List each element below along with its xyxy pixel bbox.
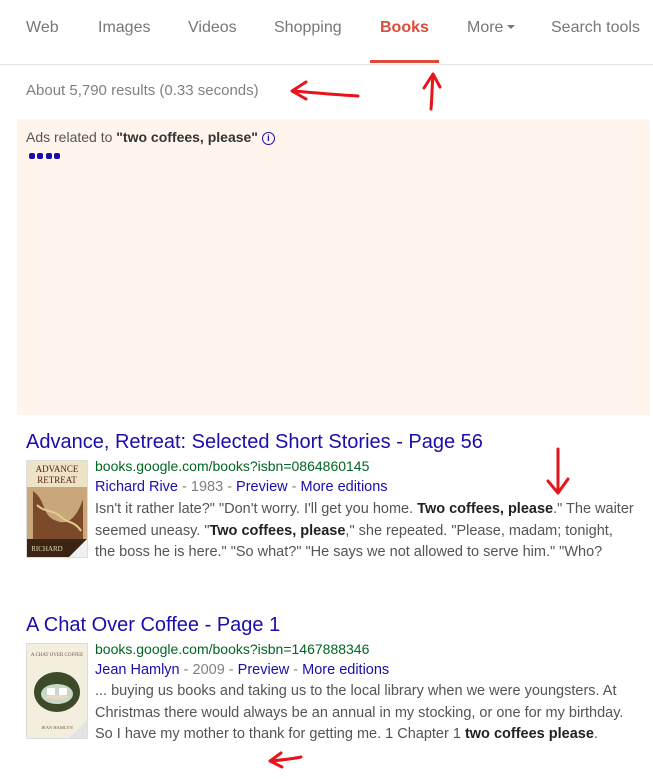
meta-sep: -	[223, 479, 237, 495]
result-snippet: Isn't it rather late?" "Don't worry. I'l…	[95, 499, 636, 564]
publication-year: 1983	[190, 479, 224, 495]
arrow-up-icon	[422, 72, 442, 111]
book-cover-thumbnail[interactable]: A CHAT OVER COFFEE JEAN HAMLYN	[26, 643, 88, 739]
meta-sep: -	[178, 479, 191, 495]
book-cover-thumbnail[interactable]: ADVANCE RETREAT RICHARD	[26, 460, 88, 558]
meta-sep: -	[224, 662, 238, 678]
result-stats: About 5,790 results (0.33 seconds)	[26, 82, 259, 99]
search-result: A Chat Over Coffee - Page 1 A CHAT OVER …	[26, 614, 636, 774]
tab-images[interactable]: Images	[98, 19, 150, 37]
ads-label: Ads related to "two coffees, please" i	[26, 129, 275, 145]
result-title-link[interactable]: A Chat Over Coffee - Page 1	[26, 614, 280, 637]
snippet-text: Isn't it rather late?" "Don't worry. I'l…	[95, 501, 418, 517]
result-snippet: ... buying us books and taking us to the…	[95, 681, 635, 746]
tab-web[interactable]: Web	[26, 19, 59, 37]
meta-sep: -	[179, 662, 193, 678]
ads-link-clipped[interactable]	[29, 153, 67, 159]
tab-search-tools[interactable]: Search tools	[551, 19, 640, 37]
preview-link[interactable]: Preview	[238, 662, 290, 678]
more-editions-link[interactable]: More editions	[302, 662, 389, 678]
author-link[interactable]: Richard Rive	[95, 479, 178, 495]
result-url[interactable]: books.google.com/books?isbn=1467888346	[95, 641, 369, 657]
result-meta: Jean Hamlyn - 2009 - Preview - More edit…	[95, 662, 389, 678]
snippet-highlight: Two coffees, please	[417, 501, 554, 517]
result-title-link[interactable]: Advance, Retreat: Selected Short Stories…	[26, 431, 483, 454]
chevron-down-icon	[507, 25, 516, 29]
preview-link[interactable]: Preview	[236, 479, 288, 495]
search-tabs-bar: Web Images Videos Shopping Books More Se…	[0, 0, 653, 65]
active-tab-indicator	[370, 60, 439, 63]
cover-title-line2: RETREAT	[37, 475, 77, 485]
snippet-highlight: Two coffees, please	[209, 522, 346, 539]
result-url[interactable]: books.google.com/books?isbn=0864860145	[95, 458, 369, 474]
snippet-highlight: two coffees please	[464, 726, 594, 742]
ads-label-prefix: Ads related to	[26, 129, 117, 145]
search-result: Advance, Retreat: Selected Short Stories…	[26, 431, 636, 591]
book-cover-image: ADVANCE RETREAT RICHARD	[27, 461, 87, 557]
cover-title-line1: ADVANCE	[36, 464, 79, 474]
meta-sep: -	[289, 662, 303, 678]
tab-books[interactable]: Books	[380, 19, 429, 37]
cover-author: RICHARD	[31, 545, 63, 553]
publication-year: 2009	[192, 662, 225, 678]
cover-title: A CHAT OVER COFFEE	[31, 653, 83, 658]
tab-videos[interactable]: Videos	[188, 19, 237, 37]
meta-sep: -	[287, 479, 301, 495]
cover-author: JEAN HAMLYN	[41, 725, 73, 730]
result-meta: Richard Rive - 1983 - Preview - More edi…	[95, 479, 388, 495]
arrow-left-icon	[290, 80, 360, 101]
tab-more-label: More	[467, 19, 504, 36]
book-cover-image: A CHAT OVER COFFEE JEAN HAMLYN	[27, 644, 87, 738]
tab-shopping[interactable]: Shopping	[274, 19, 342, 37]
tab-more[interactable]: More	[467, 19, 516, 37]
author-link[interactable]: Jean Hamlyn	[95, 662, 180, 678]
more-editions-link[interactable]: More editions	[301, 479, 388, 495]
ads-panel: Ads related to "two coffees, please" i	[17, 119, 650, 415]
info-icon[interactable]: i	[261, 132, 275, 145]
ads-query: "two coffees, please"	[116, 129, 258, 145]
snippet-text: .	[593, 726, 598, 742]
